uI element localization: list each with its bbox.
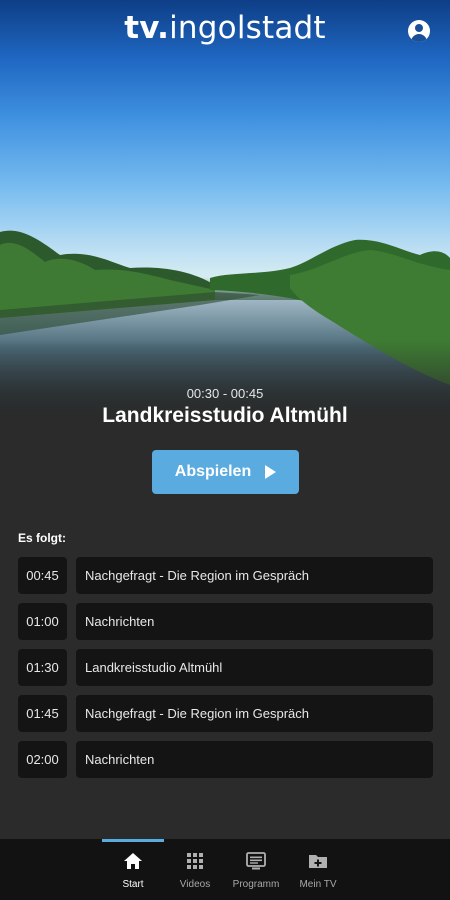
tab-start-label: Start <box>122 879 144 890</box>
bottom-tab-bar: Start Videos Programm Mein TV <box>0 839 450 900</box>
brand-logo: tv.ingolstadt <box>0 10 450 46</box>
account-icon-body <box>411 34 427 42</box>
tab-programm[interactable]: Programm <box>225 839 287 900</box>
schedule-title: Landkreisstudio Altmühl <box>76 649 433 686</box>
tab-mein-tv-label: Mein TV <box>299 879 337 890</box>
account-icon-head <box>415 24 423 32</box>
schedule-row[interactable]: 02:00 Nachrichten <box>18 741 433 778</box>
brand-logo-bold: tv. <box>124 10 170 46</box>
tab-start[interactable]: Start <box>102 839 164 900</box>
now-playing-time: 00:30 - 00:45 <box>186 386 264 401</box>
brand-logo-regular: ingolstadt <box>169 10 326 46</box>
grid-icon <box>187 853 203 869</box>
tab-videos-label: Videos <box>179 879 211 890</box>
schedule-time: 01:00 <box>18 603 67 640</box>
schedule-row[interactable]: 00:45 Nachgefragt - Die Region im Gesprä… <box>18 557 433 594</box>
hero-image <box>0 0 450 420</box>
home-icon <box>124 853 142 869</box>
schedule-row[interactable]: 01:00 Nachrichten <box>18 603 433 640</box>
schedule-title: Nachgefragt - Die Region im Gespräch <box>76 557 433 594</box>
tab-programm-label: Programm <box>232 879 280 890</box>
up-next-heading: Es folgt: <box>18 531 66 545</box>
tv-guide-icon <box>246 852 266 870</box>
play-button[interactable]: Abspielen <box>152 450 299 494</box>
schedule-list: 00:45 Nachgefragt - Die Region im Gesprä… <box>18 557 433 787</box>
schedule-time: 01:30 <box>18 649 67 686</box>
tab-videos[interactable]: Videos <box>164 839 226 900</box>
active-tab-indicator <box>102 839 164 842</box>
top-bar: tv.ingolstadt <box>0 0 450 60</box>
schedule-row[interactable]: 01:45 Nachgefragt - Die Region im Gesprä… <box>18 695 433 732</box>
tab-mein-tv[interactable]: Mein TV <box>287 839 349 900</box>
schedule-title: Nachrichten <box>76 741 433 778</box>
schedule-time: 02:00 <box>18 741 67 778</box>
folder-add-icon <box>309 855 327 868</box>
account-circle-icon[interactable] <box>408 20 430 42</box>
play-icon <box>265 465 277 479</box>
river-landscape-illustration <box>0 230 450 420</box>
schedule-row[interactable]: 01:30 Landkreisstudio Altmühl <box>18 649 433 686</box>
schedule-time: 01:45 <box>18 695 67 732</box>
play-button-label: Abspielen <box>174 463 252 480</box>
schedule-title: Nachrichten <box>76 603 433 640</box>
schedule-title: Nachgefragt - Die Region im Gespräch <box>76 695 433 732</box>
now-playing-title: Landkreisstudio Altmühl <box>102 404 348 427</box>
schedule-time: 00:45 <box>18 557 67 594</box>
